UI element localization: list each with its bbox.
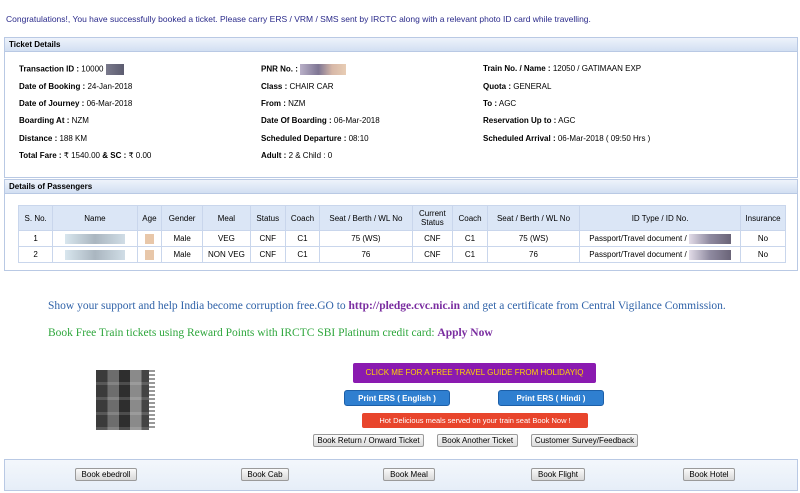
cvc-pledge-message: Show your support and help India become … — [48, 300, 726, 312]
redacted-mask — [688, 233, 731, 244]
col-age: Age — [136, 205, 163, 231]
table-row: 1 Male VEG CNF C1 75 (WS) CNF C1 75 (WS)… — [17, 230, 786, 247]
from-station: From : NZM — [261, 99, 306, 108]
booking-success-message: Congratulations!, You have successfully … — [6, 14, 591, 24]
passenger-table: S. No. Name Age Gender Meal Status Coach… — [17, 205, 786, 263]
col-sno: S. No. — [17, 205, 54, 231]
passengers-heading: Details of Passengers — [5, 180, 797, 194]
scheduled-departure: Scheduled Departure : 08:10 — [261, 134, 369, 143]
to-station: To : AGC — [483, 99, 517, 108]
book-meal-promo-button[interactable]: Hot Delicious meals served on your train… — [362, 413, 588, 428]
book-another-ticket-button[interactable]: Book Another Ticket — [437, 434, 518, 447]
journey-date: Date of Journey : 06-Mar-2018 — [19, 99, 133, 108]
book-cab-button[interactable]: Book Cab — [241, 468, 289, 481]
col-name: Name — [52, 205, 138, 231]
passenger-count: Adult : 2 & Child : 0 — [261, 151, 333, 160]
passengers-panel: Details of Passengers S. No. Name Age Ge… — [4, 179, 798, 271]
quota: Quota : GENERAL — [483, 82, 552, 91]
book-return-ticket-button[interactable]: Book Return / Onward Ticket — [313, 434, 424, 447]
qr-code-image — [96, 370, 153, 430]
redacted-mask — [688, 249, 731, 260]
redacted-mask — [64, 233, 125, 244]
boarding-at: Boarding At : NZM — [19, 116, 89, 125]
col-gender: Gender — [161, 205, 203, 231]
holidayiq-guide-button[interactable]: CLICK ME FOR A FREE TRAVEL GUIDE FROM HO… — [353, 363, 596, 383]
booking-services-bar: Book ebedroll Book Cab Book Meal Book Fl… — [4, 459, 798, 491]
col-current-seat: Seat / Berth / WL No — [486, 205, 581, 231]
col-current-status: Current Status — [411, 205, 454, 231]
col-insurance: Insurance — [740, 205, 786, 231]
print-ers-english-button[interactable]: Print ERS ( English ) — [344, 390, 450, 406]
customer-survey-button[interactable]: Customer Survey/Feedback — [531, 434, 638, 447]
ticket-details-panel: Ticket Details Transaction ID : 10000 PN… — [4, 37, 798, 178]
book-ebedroll-button[interactable]: Book ebedroll — [75, 468, 137, 481]
transaction-id: Transaction ID : 10000 — [19, 64, 124, 75]
redacted-mask — [105, 64, 124, 75]
total-fare: Total Fare : ₹ 1540.00 & SC : ₹ 0.00 — [19, 151, 152, 160]
cvc-pledge-link[interactable]: http://pledge.cvc.nic.in — [349, 300, 461, 312]
reservation-upto: Reservation Up to : AGC — [483, 116, 576, 125]
book-hotel-button[interactable]: Book Hotel — [683, 468, 735, 481]
col-current-coach: Coach — [452, 205, 488, 231]
redacted-mask — [144, 233, 154, 244]
table-row: 2 Male NON VEG CNF C1 76 CNF C1 76 Passp… — [17, 246, 786, 263]
col-seat: Seat / Berth / WL No — [319, 205, 413, 231]
col-status: Status — [249, 205, 286, 231]
distance: Distance : 188 KM — [19, 134, 88, 143]
redacted-mask — [299, 64, 346, 75]
pnr-number: PNR No. : — [261, 64, 346, 75]
apply-now-link[interactable]: Apply Now — [437, 327, 492, 339]
passenger-table-header: S. No. Name Age Gender Meal Status Coach… — [17, 205, 786, 231]
train-name: Train No. / Name : 12050 / GATIMAAN EXP — [483, 64, 642, 73]
scheduled-arrival: Scheduled Arrival : 06-Mar-2018 ( 09:50 … — [483, 134, 651, 143]
col-coach: Coach — [284, 205, 321, 231]
booking-date: Date of Booking : 24-Jan-2018 — [19, 82, 133, 91]
col-meal: Meal — [201, 205, 251, 231]
ticket-details-heading: Ticket Details — [5, 38, 797, 52]
col-id: ID Type / ID No. — [579, 205, 742, 231]
redacted-mask — [64, 249, 125, 260]
reward-points-message: Book Free Train tickets using Reward Poi… — [48, 327, 493, 339]
print-ers-hindi-button[interactable]: Print ERS ( Hindi ) — [498, 390, 604, 406]
travel-class: Class : CHAIR CAR — [261, 82, 334, 91]
book-meal-button[interactable]: Book Meal — [383, 468, 435, 481]
redacted-mask — [144, 249, 154, 260]
boarding-date: Date Of Boarding : 06-Mar-2018 — [261, 116, 380, 125]
image-edge — [149, 370, 155, 430]
book-flight-button[interactable]: Book Flight — [531, 468, 585, 481]
